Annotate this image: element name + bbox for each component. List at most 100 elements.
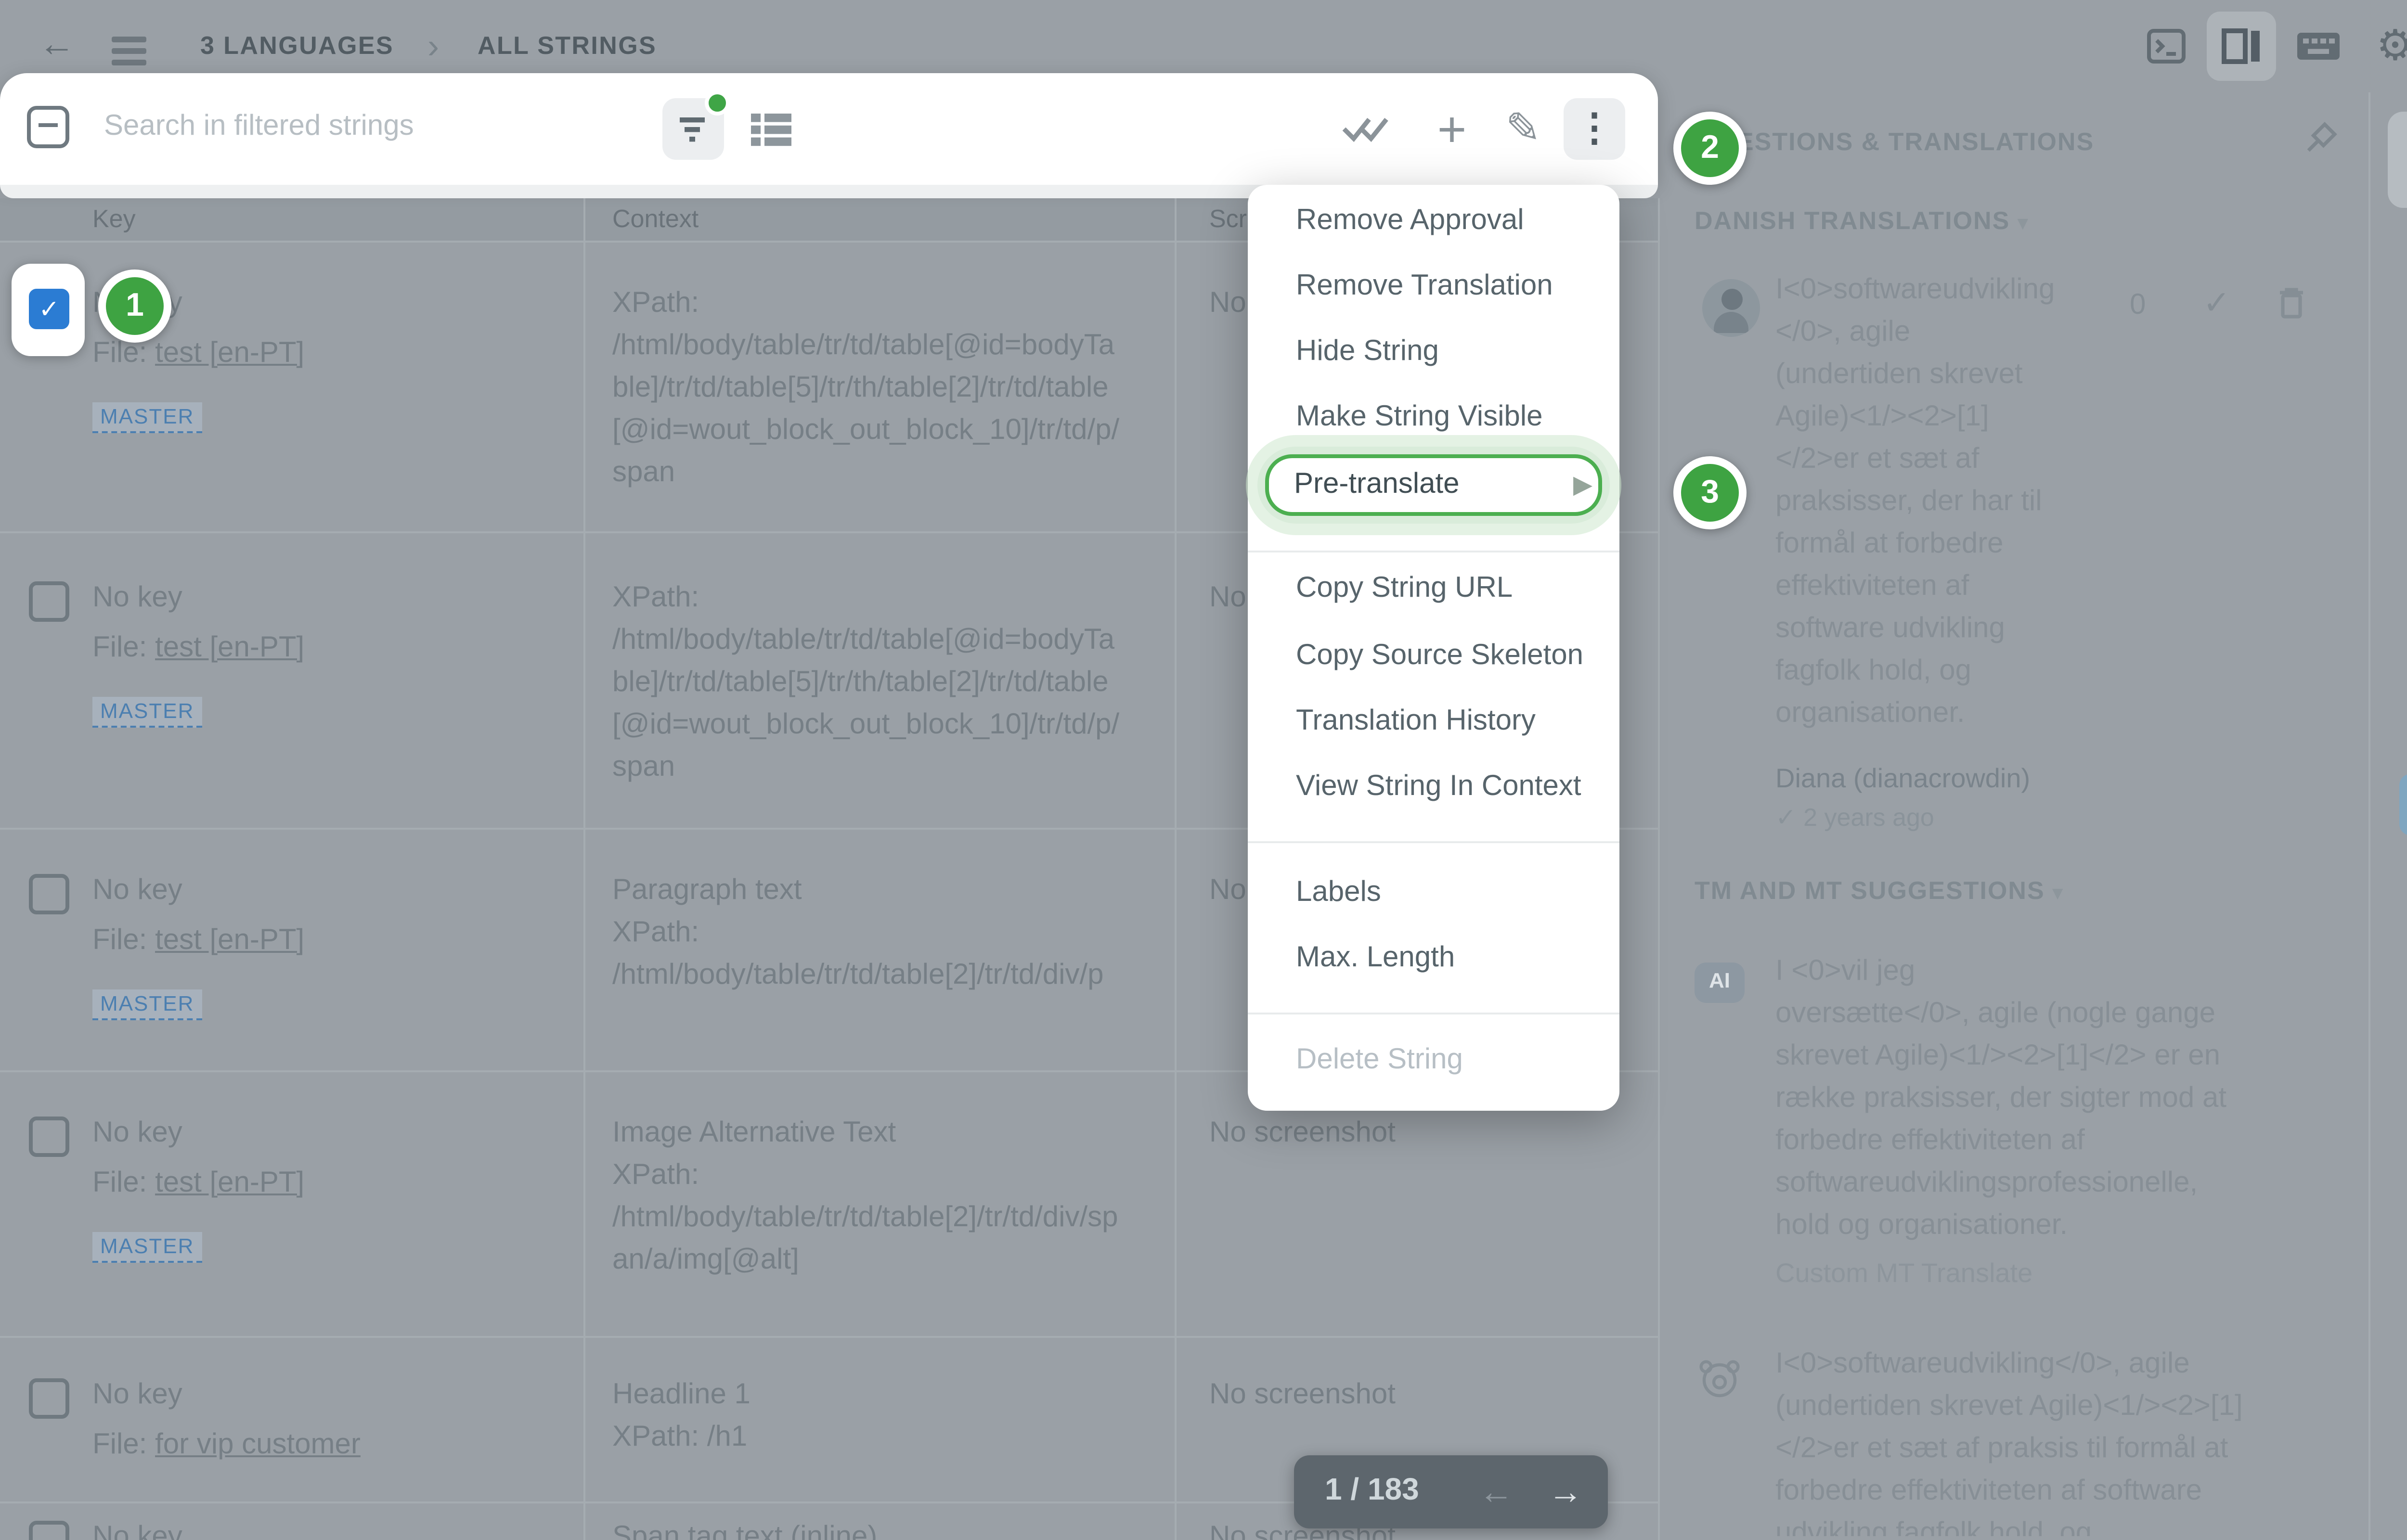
time-check-icon: ✓ — [1775, 803, 1797, 832]
translator-avatar — [1702, 279, 1760, 337]
row-screenshot: No screenshot — [1209, 1374, 1396, 1417]
row-divider — [0, 1336, 1658, 1338]
translation-author[interactable]: Diana (dianacrowdin) — [1775, 762, 2030, 793]
row-checkbox[interactable] — [29, 1116, 69, 1157]
app-window: ← 3 LANGUAGES › ALL STRINGS ⚙ + ✎ — [0, 0, 2407, 1540]
row-context: Image Alternative Text XPath: /html/body… — [612, 1113, 1128, 1282]
edit-pencil-icon[interactable]: ✎ — [1492, 98, 1554, 160]
menu-item-delete-string: Delete String — [1296, 1040, 1463, 1082]
row-context: Headline 1 XPath: /h1 — [612, 1374, 1128, 1459]
row-key: No key — [92, 870, 182, 912]
menu-item-remove-translation[interactable]: Remove Translation — [1296, 266, 1553, 308]
menu-hamburger-icon[interactable] — [112, 31, 146, 71]
tour-step-1-badge: 1 — [98, 270, 171, 343]
string-actions-menu: Remove Approval Remove Translation Hide … — [1248, 185, 1619, 1111]
row-screenshot: No screenshot — [1209, 1113, 1396, 1155]
danish-translations-header[interactable]: DANISH TRANSLATIONS ▾ — [1695, 206, 2029, 235]
menu-item-remove-approval[interactable]: Remove Approval — [1296, 200, 1524, 243]
row-checkbox[interactable] — [29, 874, 69, 914]
column-header-context: Context — [612, 198, 699, 241]
menu-item-copy-string-url[interactable]: Copy String URL — [1296, 568, 1513, 610]
add-string-icon[interactable]: + — [1421, 98, 1483, 160]
more-actions-button[interactable]: ⋮ — [1564, 98, 1625, 160]
row-checkbox[interactable]: ✓ — [29, 289, 69, 329]
pin-icon[interactable] — [2297, 119, 2340, 162]
branch-badge[interactable]: MASTER — [92, 1228, 202, 1263]
menu-divider — [1248, 841, 1619, 843]
search-toolbar: + ✎ ⋮ — [0, 73, 1658, 185]
row-key: No key — [92, 1517, 182, 1540]
side-panel-toggle[interactable] — [2207, 12, 2276, 81]
file-label: File: — [92, 1428, 147, 1461]
row-checkbox[interactable] — [29, 1521, 69, 1540]
column-divider — [583, 198, 585, 1540]
suggestions-panel-header: ESTIONS & TRANSLATIONS — [1737, 127, 2094, 156]
page-indicator: 1 / 183 — [1325, 1455, 1419, 1528]
filter-active-dot — [705, 90, 730, 116]
list-view-icon[interactable] — [751, 114, 793, 146]
column-divider — [1175, 198, 1177, 1540]
file-link[interactable]: for vip customer — [155, 1428, 361, 1461]
previous-page-icon[interactable]: ← — [1479, 1455, 1514, 1528]
translation-timestamp: ✓ 2 years ago — [1775, 803, 1934, 834]
file-link[interactable]: test [en-PT] — [155, 337, 304, 370]
branch-badge[interactable]: MASTER — [92, 986, 202, 1020]
branch-badge[interactable]: MASTER — [92, 693, 202, 728]
suggestion-text[interactable]: I <0>vil jeg oversætte</0>, agile (nogle… — [1775, 951, 2247, 1247]
row-key: No key — [92, 1374, 182, 1417]
file-link[interactable]: test [en-PT] — [155, 924, 304, 957]
menu-item-view-string-in-context[interactable]: View String In Context — [1296, 766, 1581, 808]
menu-divider — [1248, 1013, 1619, 1014]
translations-tab-active[interactable]: A — [2388, 112, 2407, 208]
tour-step-2-badge: 2 — [1673, 112, 1747, 185]
suggestion-text[interactable]: I<0>softwareudvikling</0>, agile (undert… — [1775, 1344, 2257, 1536]
row-context: Paragraph text XPath: /html/body/table/t… — [612, 870, 1128, 997]
menu-item-translation-history[interactable]: Translation History — [1296, 701, 1536, 743]
tour-step-3-badge: 3 — [1673, 456, 1747, 529]
column-header-key: Key — [92, 198, 136, 241]
search-input[interactable] — [100, 108, 608, 144]
row-file: File: test [en-PT] — [92, 628, 304, 670]
pre-translate-label: Pre-translate — [1294, 456, 1460, 514]
file-label: File: — [92, 631, 147, 664]
approve-check-icon[interactable]: ✓ — [2203, 285, 2230, 323]
console-icon[interactable] — [2145, 25, 2187, 67]
file-link[interactable]: test [en-PT] — [155, 1167, 304, 1199]
dropdown-arrow-icon: ▾ — [2018, 214, 2029, 235]
vote-count[interactable]: 0 — [2130, 289, 2146, 321]
row-key: No key — [92, 578, 182, 620]
panel-edge-divider — [1658, 198, 1660, 1540]
row-key: No key — [92, 1113, 182, 1155]
translation-text[interactable]: I<0>softwareudvikling </0>, agile (under… — [1775, 270, 2132, 735]
row-checkbox[interactable] — [29, 1378, 69, 1419]
screenshot-tool-active[interactable] — [2399, 774, 2407, 835]
row-file: File: test [en-PT] — [92, 1163, 304, 1205]
file-link[interactable]: test [en-PT] — [155, 631, 304, 664]
pagination: 1 / 183 ← → — [1294, 1455, 1608, 1528]
menu-item-max-length[interactable]: Max. Length — [1296, 937, 1455, 980]
menu-divider — [1248, 551, 1619, 552]
settings-gear-icon[interactable]: ⚙ — [2376, 0, 2407, 92]
crowdin-mascot-icon — [1695, 1355, 1745, 1401]
approve-all-icon[interactable] — [1340, 112, 1390, 146]
select-all-checkbox[interactable] — [27, 106, 69, 148]
menu-item-copy-source-skeleton[interactable]: Copy Source Skeleton — [1296, 635, 1583, 678]
dropdown-arrow-icon: ▾ — [2053, 884, 2063, 905]
branch-badge[interactable]: MASTER — [92, 398, 202, 433]
row-file: File: for vip customer — [92, 1424, 361, 1467]
delete-translation-icon[interactable] — [2276, 285, 2307, 320]
row-checkbox[interactable] — [29, 581, 69, 622]
file-label: File: — [92, 924, 147, 957]
menu-item-labels[interactable]: Labels — [1296, 872, 1381, 914]
next-page-icon[interactable]: → — [1548, 1455, 1583, 1528]
ai-suggestion-icon: AI — [1695, 962, 1745, 1003]
menu-item-hide-string[interactable]: Hide String — [1296, 331, 1439, 373]
row-file: File: test [en-PT] — [92, 920, 304, 962]
suggestion-source[interactable]: Custom MT Translate — [1775, 1257, 2032, 1288]
filter-button[interactable] — [662, 98, 724, 160]
menu-item-make-string-visible[interactable]: Make String Visible — [1296, 397, 1543, 439]
keyboard-icon[interactable] — [2295, 25, 2342, 67]
tm-suggestions-header[interactable]: TM AND MT SUGGESTIONS ▾ — [1695, 876, 2063, 905]
row-context: Span tag text (inline) — [612, 1517, 1128, 1540]
row-context: XPath: /html/body/table/tr/td/table[@id=… — [612, 283, 1128, 495]
